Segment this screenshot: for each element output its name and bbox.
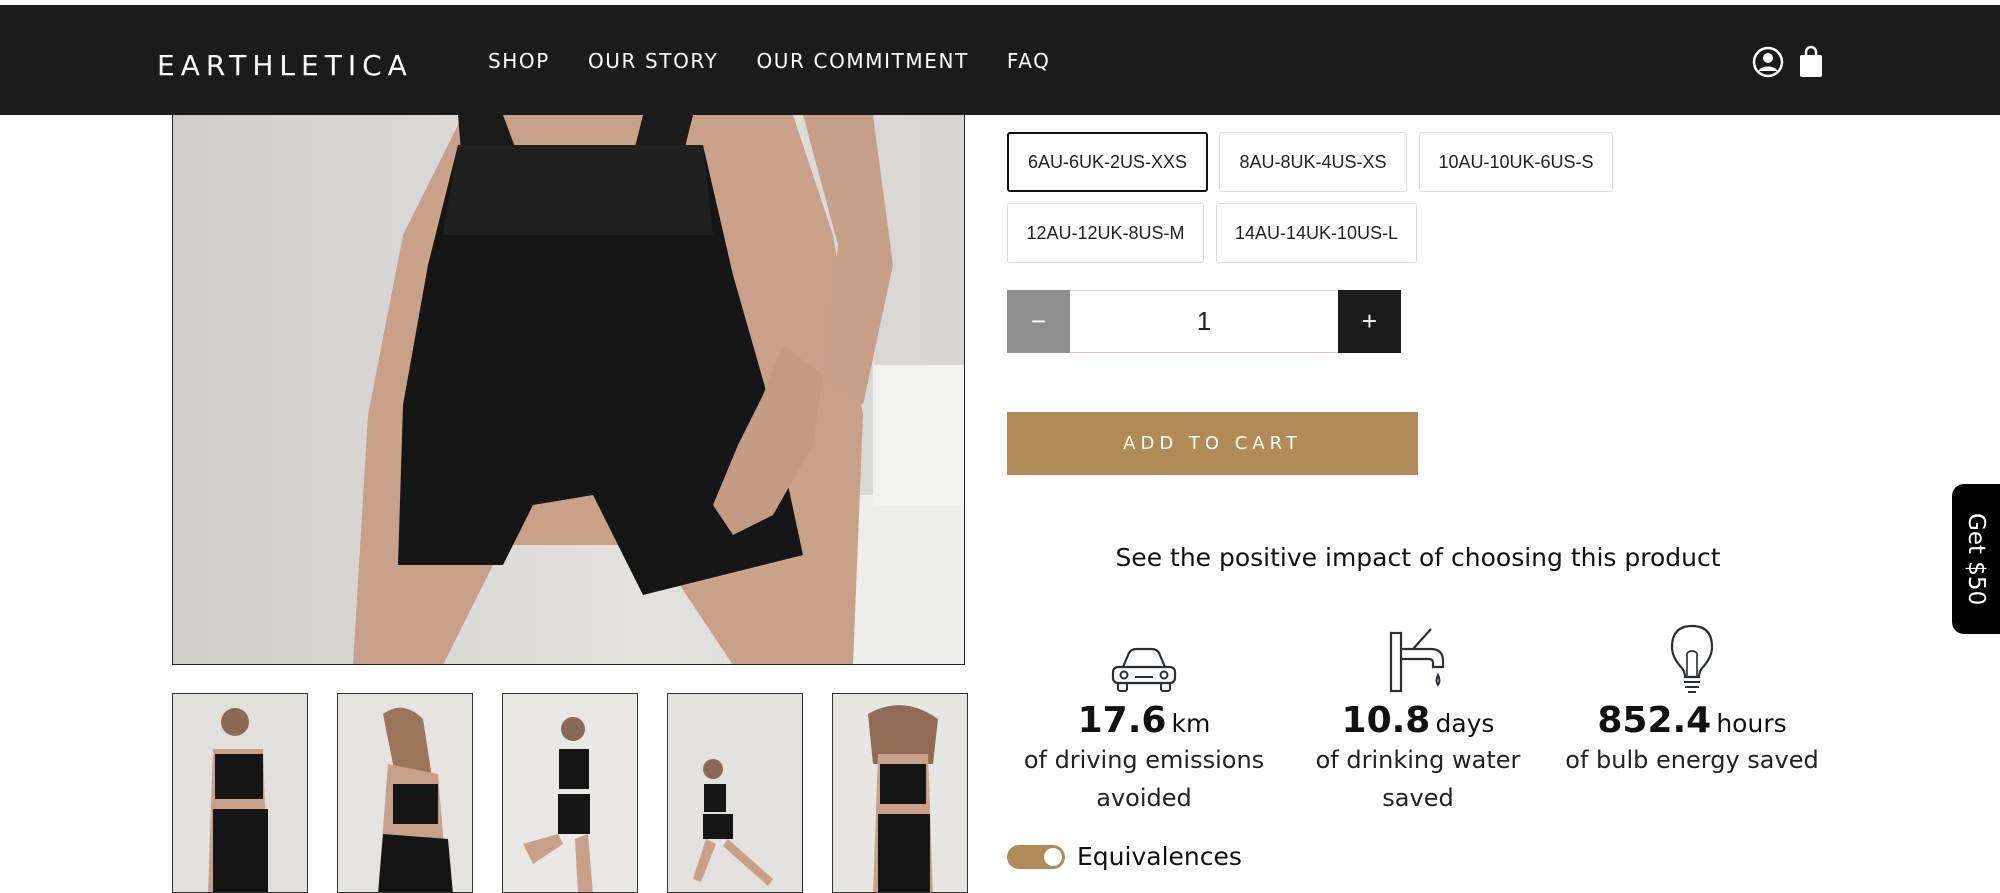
thumbnail-4[interactable] bbox=[667, 693, 803, 893]
thumbnail-1[interactable] bbox=[172, 693, 308, 893]
main-nav: SHOP OUR STORY OUR COMMITMENT FAQ bbox=[488, 49, 1088, 73]
nav-faq[interactable]: FAQ bbox=[1007, 49, 1051, 73]
equivalences-row: Equivalences bbox=[1007, 842, 1242, 871]
toggle-knob bbox=[1044, 847, 1062, 866]
get-50-label: Get $50 bbox=[1963, 512, 1989, 606]
quantity-input[interactable]: 1 bbox=[1070, 290, 1338, 353]
impact-energy: 852.4 hours of bulb energy saved bbox=[1557, 620, 1827, 779]
impact-water-desc: of drinking water saved bbox=[1315, 746, 1521, 812]
equivalences-toggle[interactable] bbox=[1007, 844, 1065, 869]
add-to-cart-button[interactable]: ADD TO CART bbox=[1007, 412, 1418, 475]
thumbnail-strip bbox=[172, 693, 968, 893]
impact-driving: 17.6 km of driving emissions avoided bbox=[1009, 620, 1279, 817]
account-icon[interactable] bbox=[1751, 45, 1785, 79]
equivalences-label: Equivalences bbox=[1077, 842, 1242, 871]
quantity-stepper: − 1 + bbox=[1007, 290, 1401, 353]
impact-water-unit: days bbox=[1435, 709, 1495, 738]
impact-water-value: 10.8 bbox=[1341, 700, 1431, 741]
size-option-s[interactable]: 10AU-10UK-6US-S bbox=[1419, 132, 1613, 192]
faucet-icon bbox=[1283, 620, 1553, 695]
size-option-xxs[interactable]: 6AU-6UK-2US-XXS bbox=[1007, 132, 1208, 192]
size-option-xs[interactable]: 8AU-8UK-4US-XS bbox=[1219, 132, 1407, 192]
thumbnail-3[interactable] bbox=[502, 693, 638, 893]
impact-energy-value: 852.4 bbox=[1597, 700, 1712, 741]
impact-driving-unit: km bbox=[1171, 709, 1211, 738]
lightbulb-icon bbox=[1557, 620, 1827, 695]
impact-water: 10.8 days of drinking water saved bbox=[1283, 620, 1553, 817]
thumbnail-5[interactable] bbox=[832, 693, 968, 893]
cart-icon[interactable] bbox=[1797, 45, 1831, 79]
impact-driving-value: 17.6 bbox=[1077, 700, 1167, 741]
size-option-m[interactable]: 12AU-12UK-8US-M bbox=[1007, 203, 1204, 263]
size-option-l[interactable]: 14AU-14UK-10US-L bbox=[1216, 203, 1417, 263]
product-main-image[interactable] bbox=[172, 115, 965, 665]
quantity-increase-button[interactable]: + bbox=[1338, 290, 1401, 353]
car-icon bbox=[1009, 620, 1279, 695]
site-header: EARTHLETICA SHOP OUR STORY OUR COMMITMEN… bbox=[0, 5, 2000, 115]
get-50-side-tab[interactable]: Get $50 bbox=[1952, 484, 2000, 634]
impact-energy-unit: hours bbox=[1716, 709, 1787, 738]
impact-driving-desc: of driving emissions avoided bbox=[1023, 746, 1265, 812]
brand-logo[interactable]: EARTHLETICA bbox=[157, 49, 413, 82]
impact-energy-desc: of bulb energy saved bbox=[1565, 746, 1819, 774]
nav-our-story[interactable]: OUR STORY bbox=[588, 49, 719, 73]
nav-shop[interactable]: SHOP bbox=[488, 49, 550, 73]
quantity-decrease-button[interactable]: − bbox=[1007, 290, 1070, 353]
impact-title: See the positive impact of choosing this… bbox=[1115, 543, 1721, 572]
nav-our-commitment[interactable]: OUR COMMITMENT bbox=[756, 49, 968, 73]
thumbnail-2[interactable] bbox=[337, 693, 473, 893]
